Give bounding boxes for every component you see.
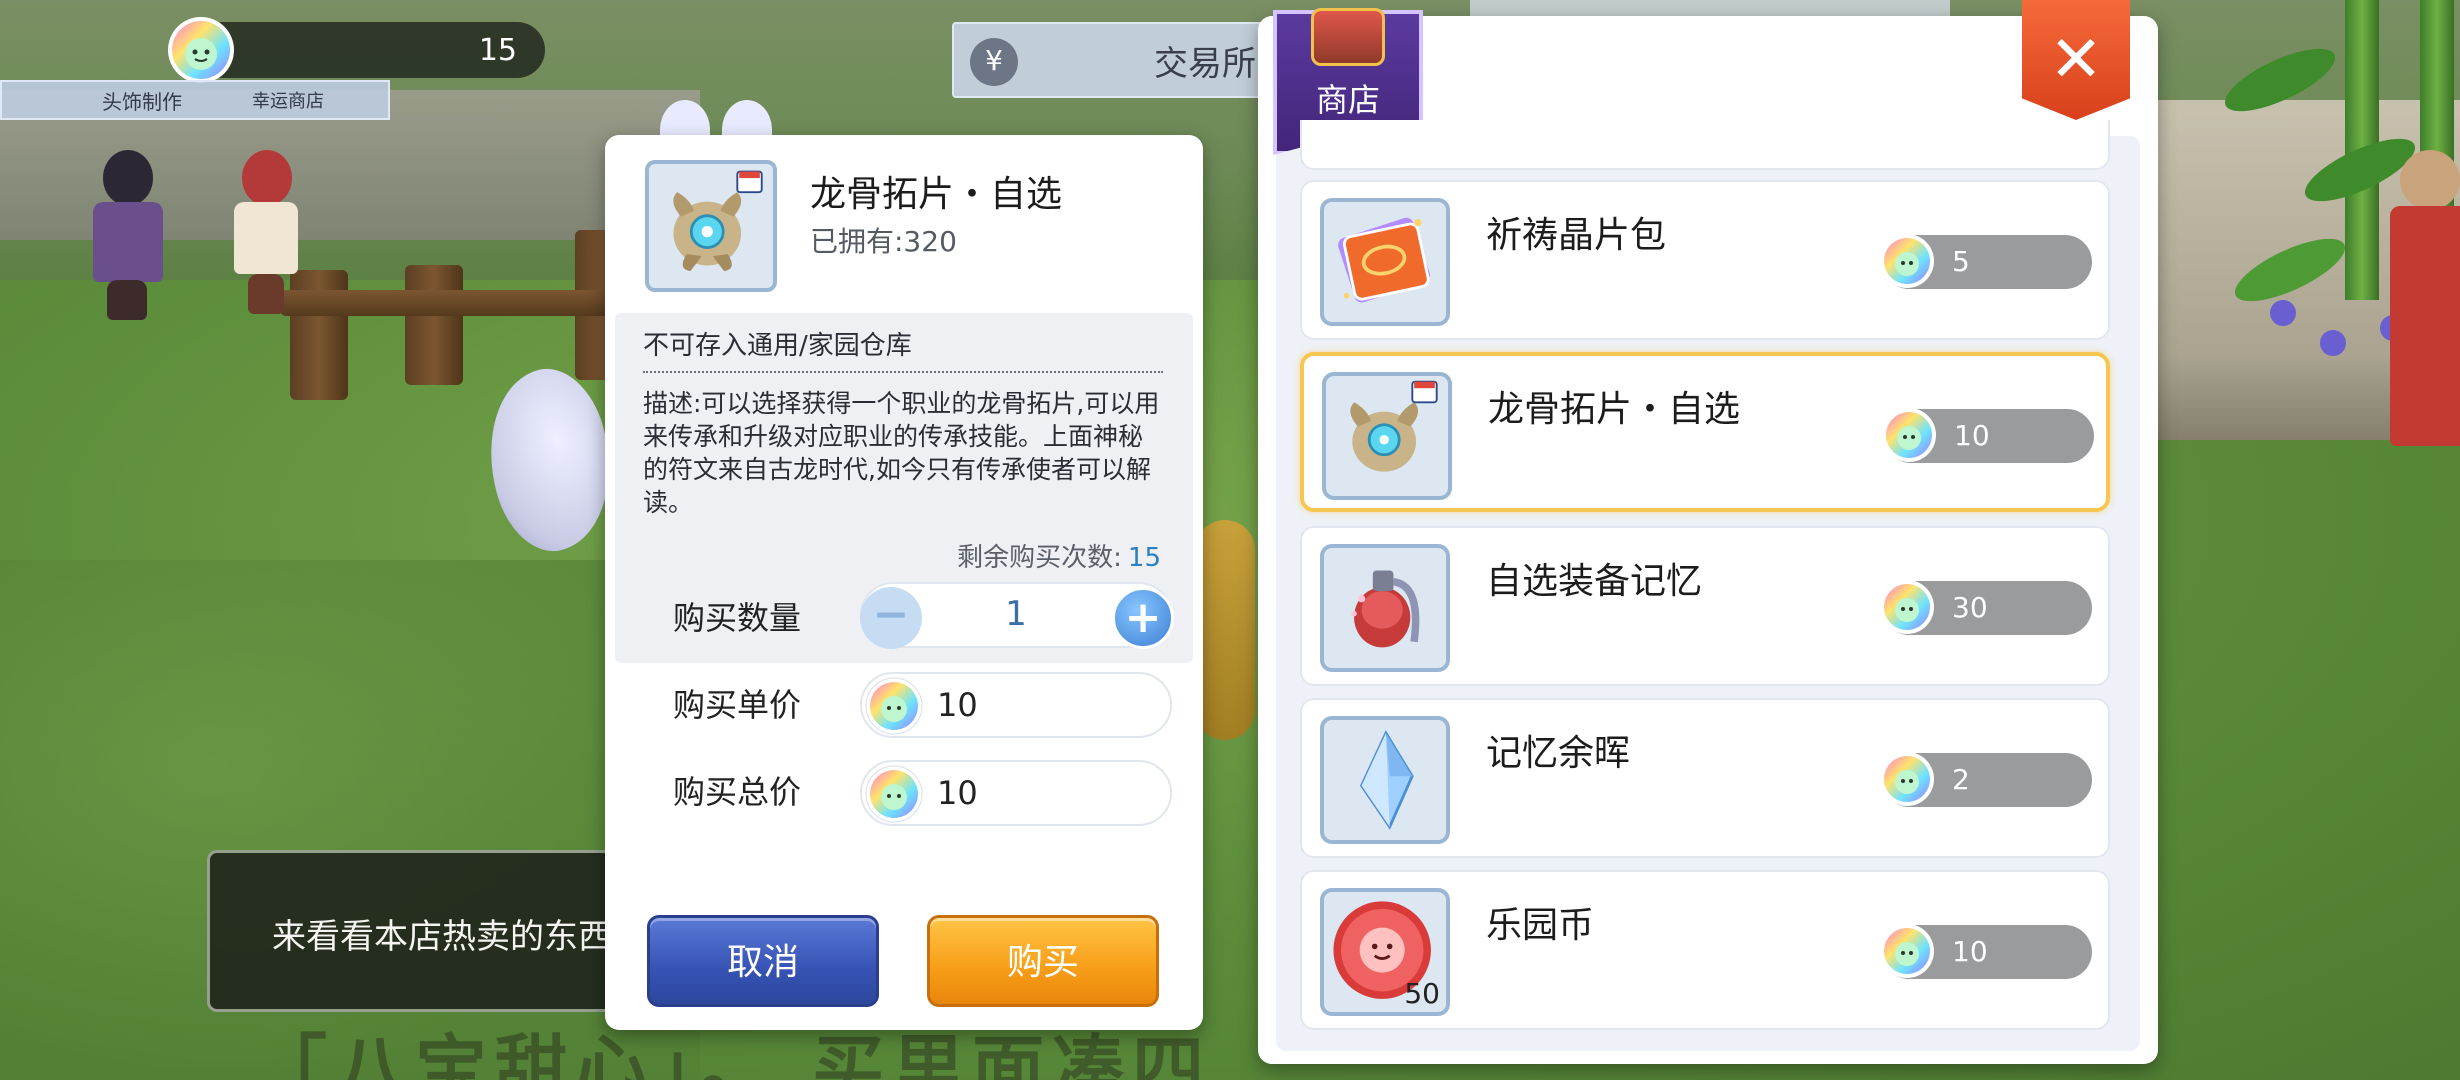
rainbow-coin-icon xyxy=(1880,924,1934,978)
shop-item-name: 记忆余晖 xyxy=(1486,733,1631,774)
shop-item-name: 自选装备记忆 xyxy=(1486,561,1703,602)
unit-price-label: 购买单价 xyxy=(673,686,802,724)
shop-item-name: 龙骨拓片・自选 xyxy=(1488,389,1741,430)
rainbow-coin-icon xyxy=(865,677,923,735)
remaining-purchases: 剩余购买次数: 15 xyxy=(957,537,1161,574)
rainbow-coin-icon xyxy=(1880,234,1934,288)
currency-amount: 15 xyxy=(478,33,517,68)
shop-item[interactable]: 祈祷晶片包 5 xyxy=(1300,180,2110,340)
buy-button[interactable]: 购买 xyxy=(927,915,1159,1007)
shop-item-price-value: 5 xyxy=(1952,245,1970,278)
shop-item-price: 5 xyxy=(1880,234,2092,289)
shop-item[interactable]: 自选装备记忆 30 xyxy=(1300,526,2110,686)
shop-item-price-value: 30 xyxy=(1952,591,1988,624)
npc-dialog-text: 来看看本店热卖的东西 xyxy=(272,917,612,957)
memory-potion-icon xyxy=(1351,570,1420,648)
shop-item-partial[interactable] xyxy=(1300,120,2110,170)
divider xyxy=(643,371,1163,373)
item-description: 描述:可以选择获得一个职业的龙骨拓片,可以用来传承和升级对应职业的传承技能。上面… xyxy=(643,389,1160,517)
shop-item-price-value: 2 xyxy=(1952,763,1970,796)
fence-post xyxy=(405,265,463,385)
shop-title: 商店 xyxy=(1315,81,1380,119)
unit-price-value: 10 xyxy=(937,686,978,724)
shop-item-price: 10 xyxy=(1882,408,2094,463)
qty-label: 购买数量 xyxy=(673,599,802,637)
total-price-field: 10 xyxy=(860,760,1172,826)
flower xyxy=(2270,300,2296,326)
shop-item[interactable]: 记忆余晖 2 xyxy=(1300,698,2110,858)
shop-item-price: 2 xyxy=(1880,752,2092,807)
flower xyxy=(2320,330,2346,356)
item-title: 龙骨拓片・自选 xyxy=(810,174,1063,215)
close-button[interactable]: ✕ xyxy=(2022,0,2130,120)
purchase-detail-panel: 龙骨拓片・自选 已拥有:320 不可存入通用/家园仓库 描述:可以选择获得一个职… xyxy=(605,135,1203,1030)
shop-item-price: 10 xyxy=(1880,924,2092,979)
shop-item-price-value: 10 xyxy=(1954,419,1990,452)
rainbow-coin-icon xyxy=(1880,752,1934,806)
treasure-chest-icon xyxy=(1311,8,1385,66)
shop-item[interactable]: 50 乐园币 10 xyxy=(1300,870,2110,1030)
map-sign-trade: ¥ 交易所 xyxy=(952,22,1282,98)
sign-headwear: 头饰制作 xyxy=(102,89,182,114)
shop-item-icon-frame xyxy=(1320,716,1450,844)
item-owned-count: 已拥有:320 xyxy=(810,225,957,258)
close-icon: ✕ xyxy=(2049,23,2103,97)
quantity-stepper: − 1 + xyxy=(860,582,1174,649)
total-price-value: 10 xyxy=(937,774,978,812)
unit-price-field: 10 xyxy=(860,672,1172,738)
map-sign-shops: 头饰制作 幸运商店 xyxy=(0,80,390,120)
card-pack-icon xyxy=(1338,217,1430,303)
shop-item-icon-frame: 50 xyxy=(1320,888,1450,1016)
shop-item-price-value: 10 xyxy=(1952,935,1988,968)
yellow-creature xyxy=(1195,520,1255,740)
trade-icon: ¥ xyxy=(970,38,1018,86)
remaining-value: 15 xyxy=(1127,543,1161,573)
rainbow-coin-icon xyxy=(865,765,923,823)
shop-item-selected[interactable]: 龙骨拓片・自选 10 xyxy=(1300,352,2110,512)
storage-restriction: 不可存入通用/家园仓库 xyxy=(643,331,912,361)
shop-item-name: 祈祷晶片包 xyxy=(1486,215,1667,256)
rainbow-coin-icon xyxy=(1880,580,1934,634)
shop-item-price: 30 xyxy=(1880,580,2092,635)
npc-dialog-bubble[interactable]: 来看看本店热卖的东西 xyxy=(207,850,627,1012)
item-stack-count: 50 xyxy=(1404,977,1440,1010)
sign-lucky-shop: 幸运商店 xyxy=(252,91,324,112)
currency-display: 15 xyxy=(168,17,545,83)
item-icon-frame xyxy=(645,160,777,292)
rainbow-coin-icon xyxy=(1882,408,1936,462)
sign-trade-label: 交易所 xyxy=(1154,43,1256,84)
rainbow-coin-icon xyxy=(168,17,234,83)
dragon-bone-icon xyxy=(1350,380,1438,472)
crystal-icon xyxy=(1359,730,1414,830)
qty-plus-button[interactable]: + xyxy=(1112,587,1174,649)
fence-rail xyxy=(280,290,610,316)
shop-item-icon-frame xyxy=(1320,198,1450,326)
shop-item-icon-frame xyxy=(1320,544,1450,672)
dragon-bone-icon xyxy=(673,170,763,272)
cancel-button[interactable]: 取消 xyxy=(647,915,879,1007)
shop-item-name: 乐园币 xyxy=(1486,905,1595,946)
total-price-label: 购买总价 xyxy=(673,773,802,811)
remaining-label: 剩余购买次数: xyxy=(957,543,1122,573)
shop-item-icon-frame xyxy=(1322,372,1452,500)
